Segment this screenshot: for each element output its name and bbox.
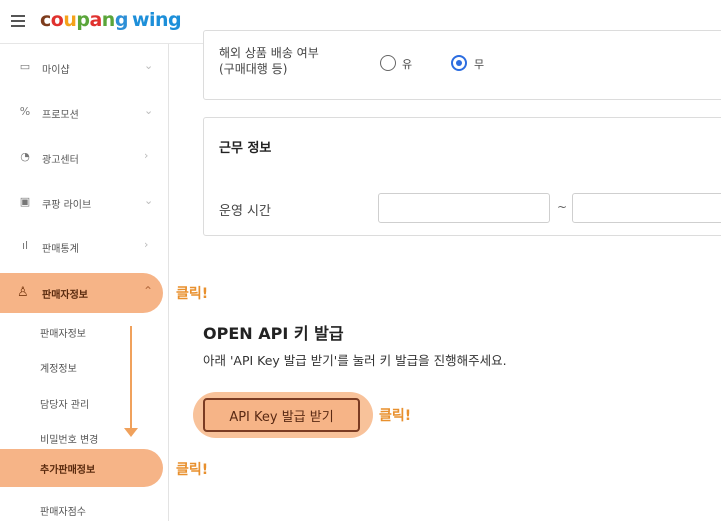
sidebar-item-coupang-live[interactable]: ▣ 쿠팡 라이브 ⌄ bbox=[0, 187, 168, 217]
operating-hours-start-input[interactable] bbox=[378, 193, 550, 223]
click-annotation: 클릭! bbox=[176, 462, 209, 478]
sidebar-item-sales-stats[interactable]: ıl 판매통계 › bbox=[0, 231, 168, 261]
submenu-account-info[interactable]: 계정정보 bbox=[40, 360, 77, 375]
operating-hours-end-input[interactable] bbox=[572, 193, 721, 223]
user-icon: ♙ bbox=[17, 285, 29, 300]
chevron-down-icon: ⌄ bbox=[144, 59, 154, 72]
sidebar-item-promotion[interactable]: % 프로모션 ⌄ bbox=[0, 97, 168, 127]
radio-overseas-no[interactable] bbox=[451, 55, 467, 71]
sidebar: ▭ 마이샵 ⌄ % 프로모션 ⌄ ◔ 광고센터 › ▣ 쿠팡 라이브 ⌄ ıl … bbox=[0, 44, 169, 521]
click-annotation: 클릭! bbox=[379, 408, 412, 424]
sidebar-item-label: 마이샵 bbox=[42, 65, 70, 76]
operating-hours-label: 운영 시간 bbox=[219, 204, 271, 219]
sidebar-item-label: 쿠팡 라이브 bbox=[42, 200, 92, 211]
sidebar-item-label: 판매통계 bbox=[42, 244, 79, 255]
stats-icon: ıl bbox=[21, 239, 29, 252]
submenu-seller-info[interactable]: 판매자정보 bbox=[40, 325, 86, 340]
open-api-description: 아래 'API Key 발급 받기'를 눌러 키 발급을 진행해주세요. bbox=[203, 353, 507, 368]
ad-center-icon: ◔ bbox=[20, 150, 30, 163]
submenu-label: 추가판매정보 bbox=[40, 465, 96, 476]
coupang-wing-logo[interactable]: coupang wing bbox=[40, 9, 182, 31]
sidebar-item-ad-center[interactable]: ◔ 광고센터 › bbox=[0, 142, 168, 172]
guide-arrow-head bbox=[124, 428, 138, 437]
chevron-right-icon: › bbox=[144, 149, 149, 162]
sidebar-item-label: 광고센터 bbox=[42, 155, 79, 166]
guide-arrow-line bbox=[130, 326, 132, 430]
sidebar-item-myshop[interactable]: ▭ 마이샵 ⌄ bbox=[0, 52, 168, 82]
range-separator: ~ bbox=[557, 200, 568, 214]
work-info-title: 근무 정보 bbox=[219, 141, 272, 156]
submenu-additional-sales-info[interactable]: 추가판매정보 bbox=[0, 449, 163, 487]
sidebar-item-seller-info[interactable]: ♙ 판매자정보 ⌃ bbox=[0, 273, 163, 313]
submenu-manager[interactable]: 담당자 관리 bbox=[40, 396, 89, 411]
sidebar-item-label: 프로모션 bbox=[42, 110, 79, 121]
promotion-icon: % bbox=[19, 105, 31, 118]
radio-label-yes: 유 bbox=[402, 58, 413, 71]
radio-label-no: 무 bbox=[474, 58, 485, 71]
api-key-issue-button[interactable]: API Key 발급 받기 bbox=[203, 398, 360, 432]
live-icon: ▣ bbox=[19, 195, 31, 208]
click-annotation: 클릭! bbox=[176, 286, 209, 302]
submenu-seller-score[interactable]: 판매자점수 bbox=[40, 503, 86, 518]
chevron-right-icon: › bbox=[144, 238, 149, 251]
submenu-password-change[interactable]: 비밀번호 변경 bbox=[40, 431, 98, 446]
chevron-down-icon: ⌄ bbox=[144, 194, 154, 207]
sidebar-item-label: 판매자정보 bbox=[42, 290, 88, 301]
radio-overseas-yes[interactable] bbox=[380, 55, 396, 71]
open-api-title: OPEN API 키 발급 bbox=[203, 324, 344, 343]
menu-icon[interactable] bbox=[11, 15, 25, 27]
overseas-shipping-label: 해외 상품 배송 여부 (구매대행 등) bbox=[219, 46, 319, 76]
chevron-up-icon: ⌃ bbox=[143, 284, 154, 298]
shop-icon: ▭ bbox=[19, 60, 31, 73]
chevron-down-icon: ⌄ bbox=[144, 104, 154, 117]
